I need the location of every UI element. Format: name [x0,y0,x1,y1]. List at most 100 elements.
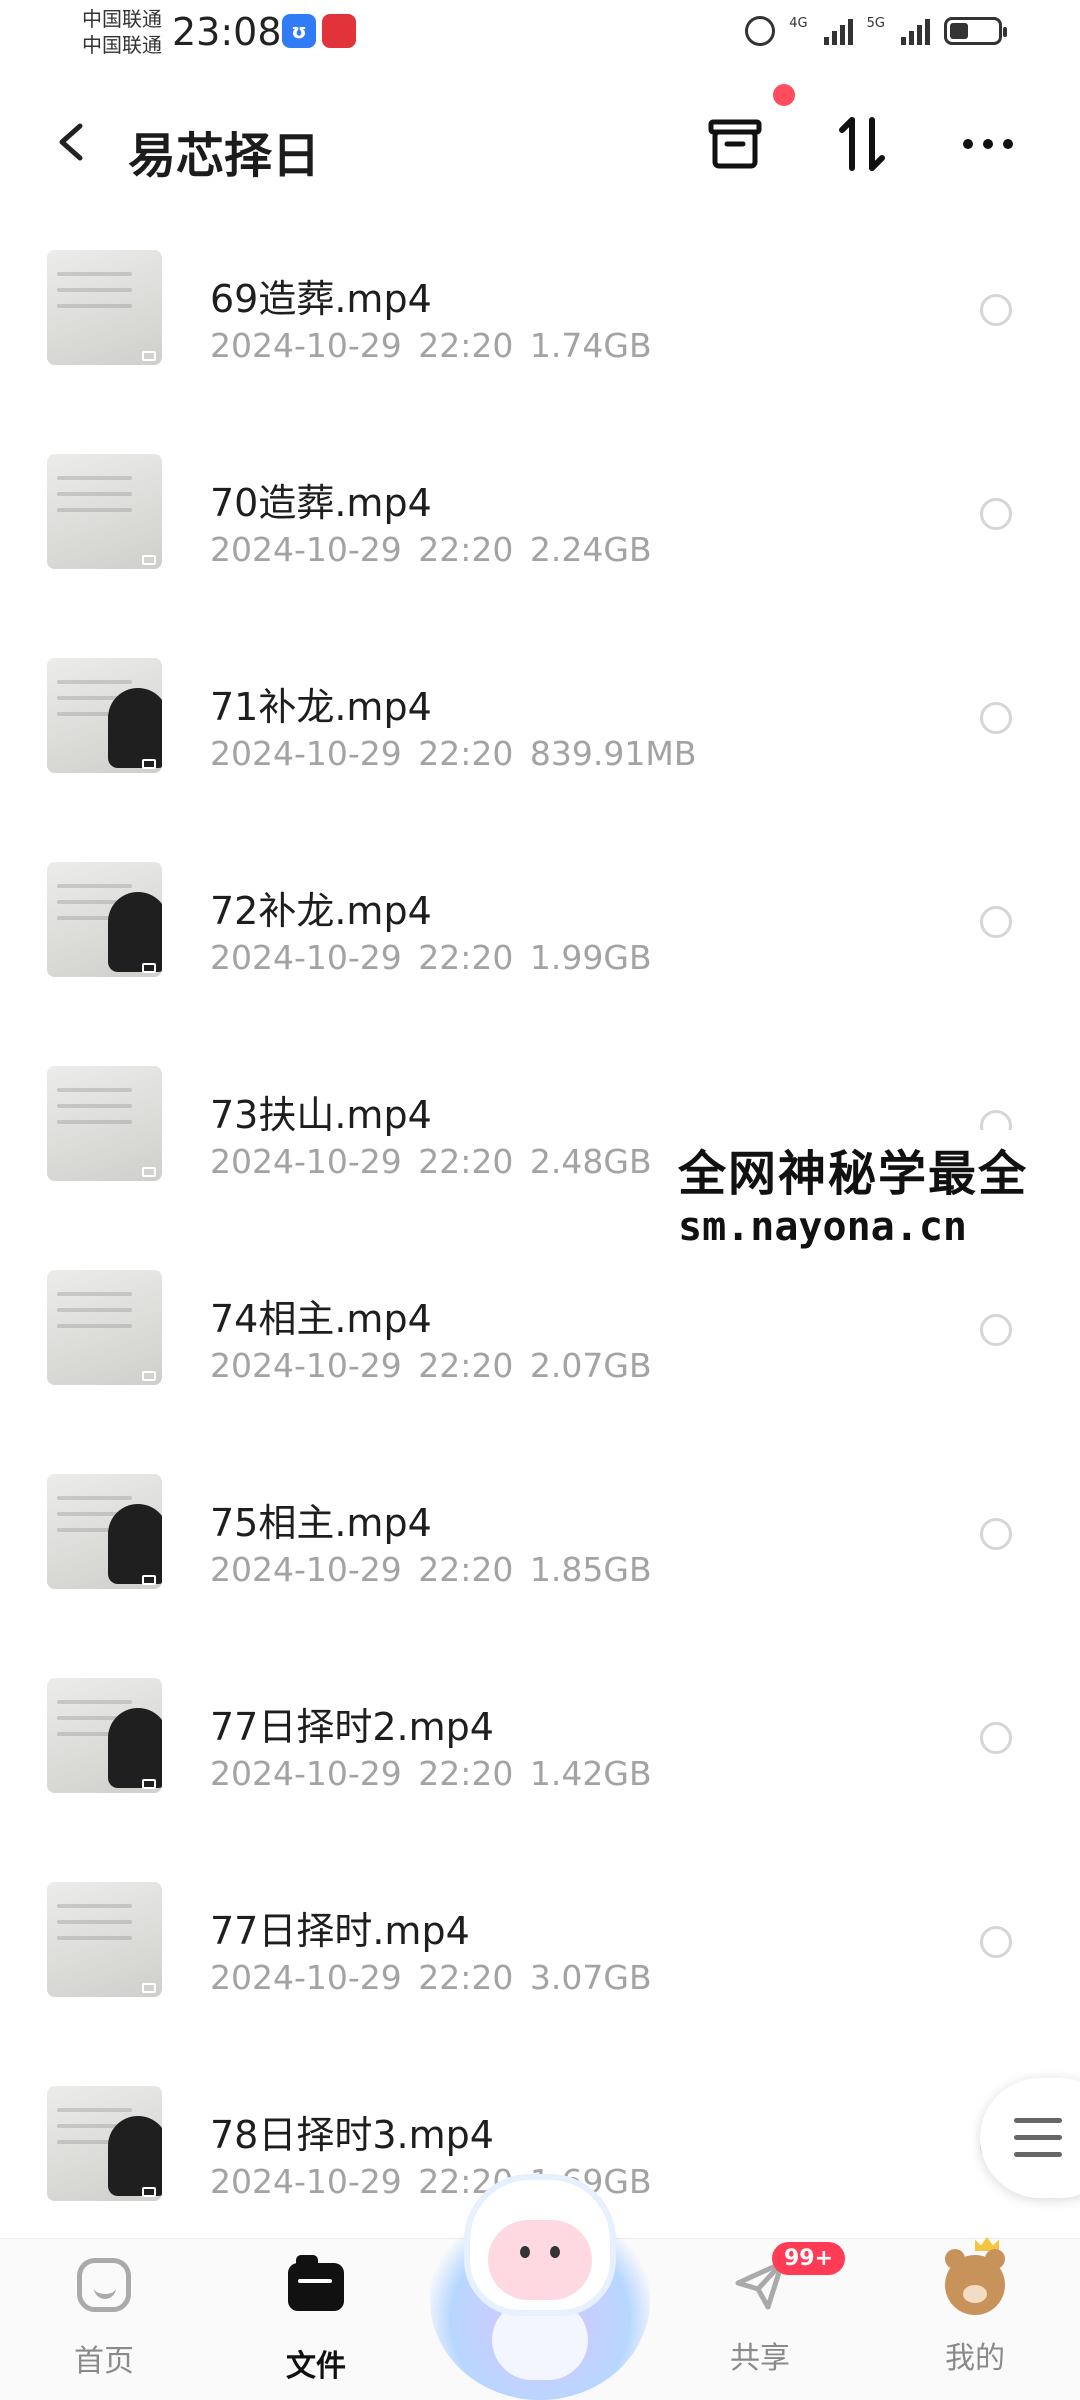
mascot-assistant-button[interactable] [430,2180,650,2400]
file-date: 2024-10-29 [210,530,402,569]
watermark-line-2: sm.nayona.cn [678,1204,967,1250]
more-icon[interactable] [958,114,1018,174]
watermark-overlay: 全网神秘学最全 sm.nayona.cn [672,1130,1080,1254]
nav-share-label: 共享 [730,2341,790,2376]
file-size: 3.07GB [529,1958,652,1997]
file-time: 22:20 [418,326,514,365]
file-row[interactable]: 72补龙.mp4 2024-10-29 22:20 1.99GB [0,830,1080,1034]
file-meta: 2024-10-29 22:20 1.74GB [210,326,652,365]
signal-icon-2 [901,17,930,45]
file-name: 75相主.mp4 [210,1501,432,1545]
file-row[interactable]: 77日择时.mp4 2024-10-29 22:20 3.07GB [0,1850,1080,2054]
file-size: 2.24GB [529,530,652,569]
video-thumbnail [47,1678,162,1793]
file-time: 22:20 [418,938,514,977]
file-meta: 2024-10-29 22:20 2.48GB [210,1142,652,1181]
select-checkbox[interactable] [980,1722,1012,1754]
bear-avatar-icon [945,2237,1005,2315]
network-type-2: 5G [866,16,885,31]
select-checkbox[interactable] [980,702,1012,734]
file-meta: 2024-10-29 22:20 3.07GB [210,1958,652,1997]
file-time: 22:20 [418,1142,514,1181]
file-date: 2024-10-29 [210,2162,402,2201]
file-date: 2024-10-29 [210,1754,402,1793]
file-meta: 2024-10-29 22:20 2.24GB [210,530,652,569]
select-checkbox[interactable] [980,498,1012,530]
signal-icon [823,17,853,45]
file-row[interactable]: 70造葬.mp4 2024-10-29 22:20 2.24GB [0,422,1080,626]
file-date: 2024-10-29 [210,734,402,773]
video-thumbnail [47,250,162,365]
file-row[interactable]: 75相主.mp4 2024-10-29 22:20 1.85GB [0,1442,1080,1646]
file-name: 78日择时3.mp4 [210,2113,494,2157]
file-size: 839.91MB [529,734,697,773]
app-header: 易芯择日 [0,70,1080,220]
select-checkbox[interactable] [980,294,1012,326]
file-row[interactable]: 69造葬.mp4 2024-10-29 22:20 1.74GB [0,218,1080,422]
file-size: 1.74GB [529,326,652,365]
nav-files-label: 文件 [286,2349,346,2384]
file-name: 73扶山.mp4 [210,1093,432,1137]
video-thumbnail [47,1474,162,1589]
file-row[interactable]: 71补龙.mp4 2024-10-29 22:20 839.91MB [0,626,1080,830]
status-icons: 4G 5G [745,16,1007,46]
file-row[interactable]: 77日择时2.mp4 2024-10-29 22:20 1.42GB [0,1646,1080,1850]
file-date: 2024-10-29 [210,938,402,977]
notification-dot [773,84,795,106]
file-name: 69造葬.mp4 [210,277,432,321]
file-time: 22:20 [418,1754,514,1793]
video-thumbnail [47,2086,162,2201]
video-thumbnail [47,1066,162,1181]
share-badge: 99+ [772,2242,846,2275]
file-time: 22:20 [418,1346,514,1385]
file-time: 22:20 [418,734,514,773]
file-time: 22:20 [418,530,514,569]
video-thumbnail [47,862,162,977]
alarm-icon [745,16,776,46]
carrier-2: 中国联通 [82,33,162,57]
video-thumbnail [47,1882,162,1997]
file-name: 71补龙.mp4 [210,685,432,729]
file-meta: 2024-10-29 22:20 2.07GB [210,1346,652,1385]
carrier-1: 中国联通 [82,7,162,31]
file-name: 77日择时2.mp4 [210,1705,494,1749]
file-name: 74相主.mp4 [210,1297,432,1341]
file-size: 1.42GB [529,1754,652,1793]
archive-icon[interactable] [705,114,765,174]
home-icon [74,2258,134,2318]
nav-files[interactable]: 文件 [246,2255,386,2385]
watermark-line-1: 全网神秘学最全 [678,1146,1029,1202]
video-thumbnail [47,454,162,569]
carrier-names: 中国联通 中国联通 [82,6,162,58]
battery-icon [944,17,1007,45]
sort-icon[interactable] [832,114,892,174]
battery-level [950,23,969,39]
select-checkbox[interactable] [980,906,1012,938]
select-checkbox[interactable] [980,1314,1012,1346]
file-date: 2024-10-29 [210,1958,402,1997]
file-meta: 2024-10-29 22:20 1.85GB [210,1550,652,1589]
select-checkbox[interactable] [980,1518,1012,1550]
file-size: 2.48GB [529,1142,652,1181]
back-icon[interactable] [56,122,86,162]
video-thumbnail [47,1270,162,1385]
file-date: 2024-10-29 [210,1346,402,1385]
file-size: 1.85GB [529,1550,652,1589]
file-meta: 2024-10-29 22:20 839.91MB [210,734,696,773]
status-time: 23:08 [172,10,282,54]
file-name: 77日择时.mp4 [210,1909,470,1953]
notification-app-icon: ʊ [282,14,316,48]
nav-mine-label: 我的 [945,2341,1005,2376]
file-date: 2024-10-29 [210,326,402,365]
nav-mine[interactable]: 我的 [905,2237,1045,2377]
file-time: 22:20 [418,1958,514,1997]
page-title: 易芯择日 [128,128,321,184]
network-type-1: 4G [789,16,808,31]
file-row[interactable]: 74相主.mp4 2024-10-29 22:20 2.07GB [0,1238,1080,1442]
select-checkbox[interactable] [980,1926,1012,1958]
nav-home[interactable]: 首页 [34,2255,174,2380]
file-name: 72补龙.mp4 [210,889,432,933]
folder-icon [286,2255,346,2323]
video-thumbnail [47,658,162,773]
file-size: 1.99GB [529,938,652,977]
